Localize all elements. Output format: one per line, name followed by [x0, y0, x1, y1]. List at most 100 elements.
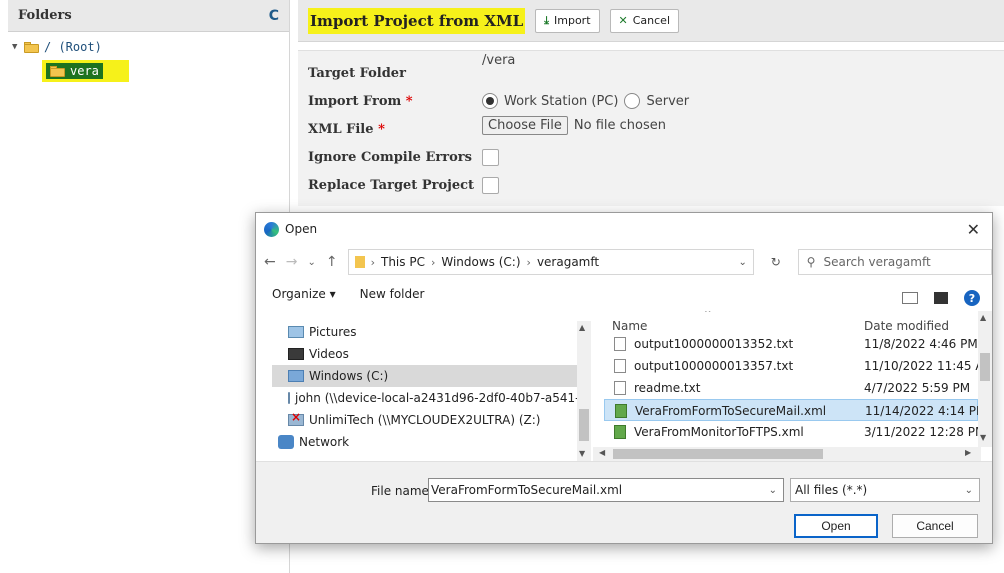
file-name-input[interactable]: VeraFromFormToSecureMail.xml ⌄	[428, 478, 784, 502]
file-row[interactable]: VeraFromMonitorToFTPS.xml 3/11/2022 12:28…	[604, 421, 978, 443]
close-icon: ✕	[618, 14, 628, 27]
file-row[interactable]: output1000000013352.txt 11/8/2022 4:46 PM	[604, 333, 978, 355]
column-date-modified[interactable]: Date modified	[864, 319, 949, 333]
search-icon: ⚲	[806, 255, 816, 269]
dialog-toolbar: Organize ▾ New folder	[256, 279, 992, 309]
tree-node-root[interactable]: ▼ / (Root)	[12, 38, 289, 56]
file-list: ^ Name Date modified output1000000013352…	[604, 311, 978, 453]
column-name[interactable]: Name	[612, 319, 647, 333]
nav-item-videos[interactable]: Videos	[272, 343, 578, 365]
file-type-select[interactable]: All files (*.*) ⌄	[790, 478, 980, 502]
file-list-vertical-scrollbar[interactable]: ▲ ▼	[978, 311, 992, 447]
scroll-down-icon[interactable]: ▼	[980, 433, 986, 442]
file-list-horizontal-scrollbar[interactable]: ◀ ▶	[593, 447, 981, 461]
choose-file-button[interactable]: Choose File	[482, 116, 568, 135]
tree-node-vera-highlight: vera	[42, 60, 129, 82]
help-icon[interactable]: ?	[964, 290, 980, 306]
scroll-left-icon[interactable]: ◀	[599, 448, 605, 457]
page-title: Import Project from XML	[308, 7, 526, 34]
navigation-scrollbar[interactable]: ▲ ▼	[577, 321, 591, 461]
dialog-cancel-button[interactable]: Cancel	[892, 514, 978, 538]
target-folder-label: Target Folder	[308, 65, 406, 81]
folder-icon	[354, 256, 365, 268]
file-date: 11/8/2022 4:46 PM	[864, 337, 978, 351]
nav-item-pictures[interactable]: Pictures	[272, 321, 578, 343]
edge-browser-icon	[264, 221, 279, 237]
pictures-icon	[288, 326, 304, 338]
search-placeholder: Search veragamft	[823, 255, 931, 269]
file-row[interactable]: output1000000013357.txt 11/10/2022 11:45 …	[604, 355, 978, 377]
ignore-errors-checkbox[interactable]	[482, 148, 499, 166]
search-box[interactable]: ⚲ Search veragamft	[797, 249, 992, 275]
refresh-icon[interactable]: ↻	[764, 255, 788, 269]
radio-server-label[interactable]: Server	[646, 94, 689, 109]
breadcrumb-this-pc[interactable]: This PC	[381, 255, 425, 269]
breadcrumb-veragamft[interactable]: veragamft	[537, 255, 599, 269]
radio-workstation-label[interactable]: Work Station (PC)	[504, 94, 618, 109]
view-options-icon[interactable]	[902, 292, 918, 304]
scrollbar-thumb[interactable]	[980, 353, 990, 381]
file-row[interactable]: readme.txt 4/7/2022 5:59 PM	[604, 377, 978, 399]
import-toolbar: Import Project from XML ⤓ Import ✕ Cance…	[298, 0, 1004, 42]
file-rows: output1000000013352.txt 11/8/2022 4:46 PM…	[604, 333, 978, 443]
replace-target-checkbox[interactable]	[482, 176, 499, 194]
back-arrow-icon[interactable]: ←	[264, 254, 276, 270]
target-folder-row: Target Folder /vera	[298, 53, 1004, 87]
file-date: 11/14/2022 4:14 PM	[865, 404, 978, 418]
organize-menu[interactable]: Organize ▾	[272, 287, 336, 301]
nav-item-network[interactable]: Network	[272, 431, 578, 451]
xml-file-row: XML File * Choose File No file chosen	[298, 115, 1004, 143]
address-bar[interactable]: › This PC › Windows (C:) › veragamft ⌄	[347, 249, 754, 275]
import-button[interactable]: ⤓ Import	[535, 8, 600, 33]
scroll-up-icon[interactable]: ▲	[980, 313, 986, 322]
scrollbar-thumb[interactable]	[579, 409, 589, 441]
scroll-up-icon[interactable]: ▲	[579, 323, 585, 332]
preview-pane-icon[interactable]	[934, 292, 948, 304]
folders-header: Folders C	[8, 0, 289, 32]
tree-node-root-label[interactable]: / (Root)	[44, 40, 102, 54]
dialog-title: Open	[285, 222, 318, 236]
breadcrumb-windows-c[interactable]: Windows (C:)	[441, 255, 520, 269]
videos-icon	[288, 348, 304, 360]
file-name: output1000000013352.txt	[634, 337, 794, 351]
scroll-down-icon[interactable]: ▼	[579, 449, 585, 458]
open-button[interactable]: Open	[794, 514, 878, 538]
forward-arrow-icon[interactable]: →	[286, 254, 298, 270]
close-icon[interactable]: ✕	[967, 220, 980, 239]
chevron-down-icon[interactable]: ⌄	[739, 257, 747, 268]
text-file-icon	[614, 359, 626, 373]
new-folder-button[interactable]: New folder	[360, 287, 425, 301]
nav-item-john[interactable]: john (\\device-local-a2431d96-2df0-40b7-…	[272, 387, 578, 409]
file-date: 3/11/2022 12:28 PM	[864, 425, 978, 439]
up-arrow-icon[interactable]: ↑	[326, 254, 338, 270]
folder-tree: ▼ / (Root) vera	[8, 32, 289, 82]
import-button-label: Import	[554, 14, 591, 27]
nav-item-unlimitech[interactable]: UnlimiTech (\\MYCLOUDEX2ULTRA) (Z:)	[272, 409, 578, 431]
file-list-header: ^ Name Date modified	[604, 311, 978, 333]
ignore-errors-row: Ignore Compile Errors	[298, 143, 1004, 171]
caret-down-icon[interactable]: ▼	[12, 42, 24, 52]
scrollbar-thumb[interactable]	[613, 449, 823, 459]
chevron-down-icon[interactable]: ⌄	[769, 485, 777, 496]
recent-locations-chevron-icon[interactable]: ⌄	[307, 257, 315, 268]
target-folder-value: /vera	[482, 53, 516, 68]
nav-item-windows-c[interactable]: Windows (C:)	[272, 365, 578, 387]
no-file-text: No file chosen	[573, 118, 666, 133]
tree-node-vera[interactable]: vera	[46, 63, 103, 79]
chevron-down-icon[interactable]: ⌄	[965, 485, 973, 496]
file-name: output1000000013357.txt	[634, 359, 794, 373]
folder-open-icon	[24, 41, 40, 53]
file-row[interactable]: VeraFromFormToSecureMail.xml 11/14/2022 4…	[604, 399, 978, 421]
text-file-icon	[614, 381, 626, 395]
cancel-button[interactable]: ✕ Cancel	[609, 8, 679, 33]
xml-file-icon	[615, 404, 627, 418]
open-file-dialog: Open ✕ ← → ⌄ ↑ › This PC › Windows (C:) …	[255, 212, 993, 544]
scroll-right-icon[interactable]: ▶	[965, 448, 971, 457]
radio-workstation[interactable]	[482, 93, 498, 109]
radio-server[interactable]	[624, 93, 641, 109]
file-name: readme.txt	[634, 381, 701, 395]
refresh-icon[interactable]: C	[269, 8, 279, 24]
sort-caret-icon: ^	[704, 311, 712, 319]
tree-node-vera-label[interactable]: vera	[70, 64, 99, 78]
folders-title: Folders	[18, 8, 72, 23]
